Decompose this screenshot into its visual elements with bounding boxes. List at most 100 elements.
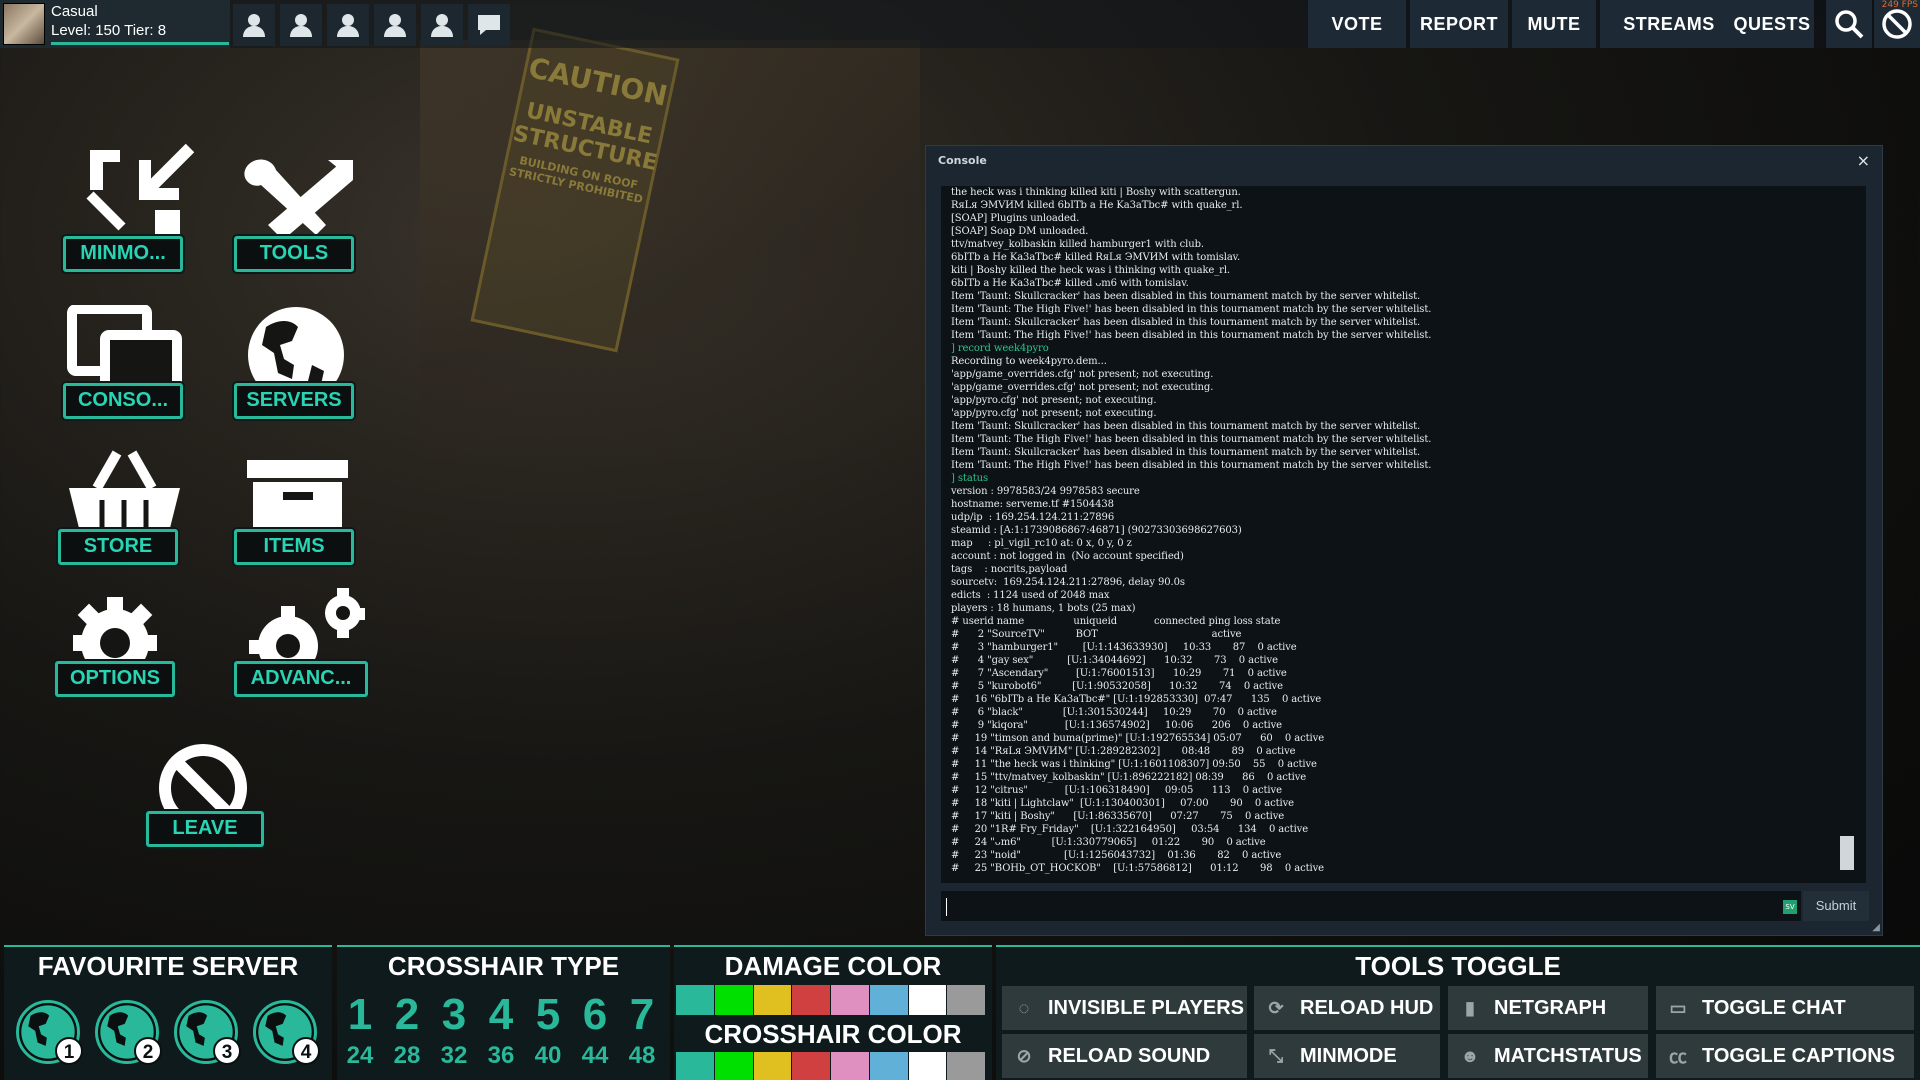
tool-label: MATCHSTATUS [1494, 1044, 1642, 1067]
crosshair-color-swatch[interactable] [753, 1052, 792, 1080]
tool-label: TOGGLE CHAT [1702, 996, 1846, 1019]
refresh-icon: ⟳ [1268, 997, 1284, 1018]
quests-button[interactable]: QUESTS [1730, 0, 1814, 48]
console-line: Item 'Taunt: Skullcracker' has been disa… [951, 317, 1421, 328]
close-icon[interactable]: × [1857, 151, 1870, 170]
matchstatus-button[interactable]: ☻ MATCHSTATUS [1448, 1034, 1648, 1078]
crosshair-color-swatch[interactable] [947, 1052, 985, 1080]
favourite-server-2[interactable]: 2 [95, 1000, 162, 1065]
party-chat-button[interactable] [468, 4, 510, 46]
console-line: # userid name uniqueid connected ping lo… [951, 616, 1281, 627]
console-input[interactable]: SV [941, 891, 1801, 921]
console-scrollbar[interactable] [1840, 186, 1857, 883]
crosshair-type-7[interactable]: 7 [619, 990, 665, 1040]
crosshair-size-32[interactable]: 32 [431, 1042, 477, 1070]
toggle-captions-button[interactable]: ㏄ TOGGLE CAPTIONS [1656, 1034, 1914, 1078]
resize-grip-icon[interactable]: ◢ [1872, 922, 1880, 933]
damage-color-swatch[interactable] [792, 985, 830, 1015]
damage-color-swatch[interactable] [831, 985, 869, 1015]
server-number: 3 [213, 1037, 241, 1065]
party-slot-5[interactable] [421, 4, 463, 46]
crosshair-color-swatch[interactable] [714, 1052, 753, 1080]
favourite-server-3[interactable]: 3 [174, 1000, 241, 1065]
minmode-toggle-button[interactable]: ⤡ MINMODE [1254, 1034, 1440, 1078]
damage-color-swatch[interactable] [947, 985, 985, 1015]
toggle-chat-button[interactable]: ▭ TOGGLE CHAT [1656, 986, 1914, 1030]
fps-counter: 249 FPS [1881, 0, 1918, 10]
servers-label: SERVERS [234, 383, 354, 419]
crosshair-color-swatch[interactable] [676, 1052, 714, 1080]
invisible-players-button[interactable]: ◌ INVISIBLE PLAYERS [1002, 986, 1247, 1030]
console-line: [SOAP] Plugins unloaded. [951, 213, 1080, 224]
damage-color-swatch[interactable] [908, 985, 947, 1015]
crosshair-type-6[interactable]: 6 [572, 990, 618, 1040]
console-line: 6bITb a He Ka3aTbc# killed ᴗm6 with tomi… [951, 278, 1189, 289]
submit-button[interactable]: Submit [1803, 891, 1869, 921]
crosshair-type-2[interactable]: 2 [384, 990, 430, 1040]
console-window[interactable]: Console × the heck was i thinking killed… [925, 145, 1883, 936]
console-line: ttv/matvey_kolbaskin killed hamburger1 w… [951, 239, 1205, 250]
console-line: # 25 "BOHb_OT_HOCKOB" [U:1:57586812] 01:… [951, 863, 1324, 874]
crosshair-size-44[interactable]: 44 [572, 1042, 618, 1070]
crosshair-color-swatch[interactable] [869, 1052, 908, 1080]
console-line: # 5 "kurobot6" [U:1:90532058] 10:32 74 0… [951, 681, 1283, 692]
netgraph-button[interactable]: ▮ NETGRAPH [1448, 986, 1648, 1030]
party-slot-4[interactable] [374, 4, 416, 46]
party-slot-2[interactable] [280, 4, 322, 46]
damage-color-swatch[interactable] [869, 985, 908, 1015]
favourite-server-4[interactable]: 4 [253, 1000, 320, 1065]
crosshair-size-40[interactable]: 40 [525, 1042, 571, 1070]
mute-button[interactable]: MUTE [1512, 0, 1596, 48]
console-line: Item 'Taunt: The High Five!' has been di… [951, 330, 1432, 341]
console-line: # 14 "RяLя ЭМVИM" [U:1:289282302] 08:48 … [951, 746, 1296, 757]
server-number: 1 [55, 1037, 83, 1065]
crosshair-size-28[interactable]: 28 [384, 1042, 430, 1070]
console-line: # 9 "kiqora" [U:1:136574902] 10:06 206 0… [951, 720, 1282, 731]
console-line: map : pl_vigil_rc10 at: 0 x, 0 y, 0 z [951, 538, 1132, 549]
damage-color-swatch[interactable] [753, 985, 792, 1015]
reload-sound-button[interactable]: ⊘ RELOAD SOUND [1002, 1034, 1247, 1078]
options-label: OPTIONS [55, 661, 175, 697]
damage-color-swatch[interactable] [714, 985, 753, 1015]
console-line: [SOAP] Soap DM unloaded. [951, 226, 1089, 237]
crosshair-type-5[interactable]: 5 [525, 990, 571, 1040]
console-log[interactable]: the heck was i thinking killed kiti | Bo… [941, 186, 1866, 883]
text-caret [946, 898, 947, 916]
panel-title: FAVOURITE SERVER [37, 951, 299, 981]
chat-bubble-icon [478, 15, 500, 35]
console-line: # 12 "citrus" [U:1:106318490] 09:05 113 … [951, 785, 1282, 796]
crosshair-type-1[interactable]: 1 [337, 990, 383, 1040]
items-label: ITEMS [234, 529, 354, 565]
streams-button[interactable]: STREAMS [1600, 0, 1738, 48]
party-slot-3[interactable] [327, 4, 369, 46]
crosshair-type-3[interactable]: 3 [431, 990, 477, 1040]
minmode-arrows-icon [86, 143, 195, 240]
console-line: Item 'Taunt: The High Five!' has been di… [951, 434, 1432, 445]
crosshair-size-36[interactable]: 36 [478, 1042, 524, 1070]
vote-button[interactable]: VOTE [1308, 0, 1406, 48]
report-button[interactable]: REPORT [1410, 0, 1508, 48]
favourite-server-1[interactable]: 1 [16, 1000, 83, 1065]
crosshair-size-48[interactable]: 48 [619, 1042, 665, 1070]
crosshair-type-4[interactable]: 4 [478, 990, 524, 1040]
console-line: # 20 "1R# Fry_Friday" [U:1:322164950] 03… [951, 824, 1309, 835]
console-line: Item 'Taunt: Skullcracker' has been disa… [951, 447, 1421, 458]
basket-icon [69, 450, 180, 536]
party-slot-1[interactable] [233, 4, 275, 46]
eye-slash-icon: ◌ [1018, 997, 1030, 1018]
damage-color-swatch[interactable] [676, 985, 714, 1015]
crosshair-size-24[interactable]: 24 [337, 1042, 383, 1070]
leave-label: LEAVE [146, 811, 264, 847]
console-line: Item 'Taunt: The High Five!' has been di… [951, 304, 1432, 315]
search-button[interactable] [1826, 0, 1872, 48]
scrollbar-thumb[interactable] [1840, 836, 1854, 870]
reload-hud-button[interactable]: ⟳ RELOAD HUD [1254, 986, 1440, 1030]
player-card[interactable]: Casual Level: 150 Tier: 8 [0, 0, 230, 48]
crosshair-color-swatch[interactable] [831, 1052, 869, 1080]
advanced-label: ADVANC... [234, 661, 368, 697]
user-icon [431, 14, 453, 37]
crosshair-color-swatch[interactable] [792, 1052, 830, 1080]
crosshair-color-swatch[interactable] [908, 1052, 947, 1080]
console-line: # 3 "hamburger1" [U:1:143633930] 10:33 8… [951, 642, 1297, 653]
console-line: kiti | Boshy killed the heck was i think… [951, 265, 1230, 276]
